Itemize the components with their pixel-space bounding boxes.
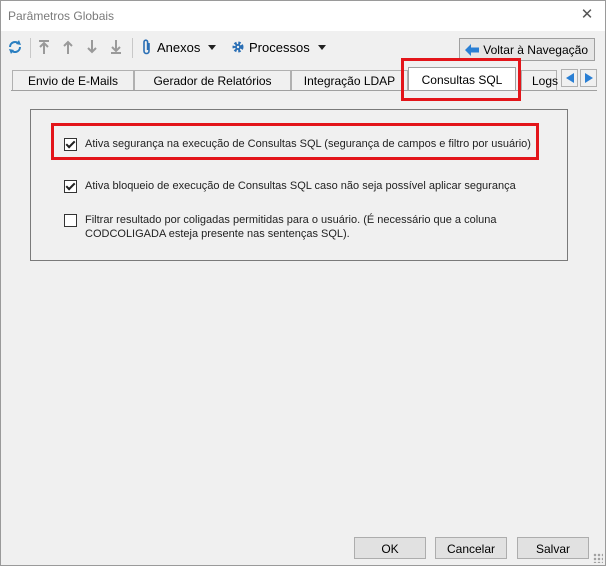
- option-label: Filtrar resultado por coligadas permitid…: [85, 213, 497, 241]
- checkbox-sql-block[interactable]: [64, 180, 77, 193]
- option-filter-coligadas[interactable]: Filtrar resultado por coligadas permitid…: [64, 213, 497, 241]
- move-up-button[interactable]: [61, 37, 75, 57]
- tab-label: Envio de E-Mails: [27, 74, 119, 88]
- processos-label: Processos: [249, 39, 310, 55]
- refresh-icon: [9, 40, 21, 54]
- anexos-label: Anexos: [157, 39, 201, 55]
- close-icon[interactable]: ✕: [579, 7, 595, 23]
- tab-label: Logs: [532, 74, 559, 88]
- option-label: Ativa bloqueio de execução de Consultas …: [85, 180, 516, 192]
- chevron-down-icon: [208, 44, 217, 50]
- move-last-button[interactable]: [109, 37, 123, 57]
- checkbox-filter-coligadas[interactable]: [64, 214, 77, 227]
- tab-integracao-ldap[interactable]: Integração LDAP: [291, 70, 408, 90]
- toolbar-separator: [30, 38, 31, 58]
- cancel-button[interactable]: Cancelar: [435, 537, 507, 559]
- tab-label: Gerador de Relatórios: [153, 74, 272, 88]
- paperclip-icon: [143, 39, 150, 55]
- option-label-line1: Filtrar resultado por coligadas permitid…: [85, 214, 497, 226]
- refresh-button[interactable]: [7, 37, 23, 57]
- save-button[interactable]: Salvar: [517, 537, 589, 559]
- resize-grip[interactable]: [593, 553, 603, 563]
- tab-label: Integração LDAP: [303, 74, 396, 88]
- move-down-button[interactable]: [85, 37, 99, 57]
- tab-logs[interactable]: Logs: [521, 70, 559, 90]
- move-bottom-icon: [111, 40, 121, 54]
- gear-icon: [232, 41, 244, 53]
- highlight-box-option: [51, 123, 539, 160]
- tab-gerador-relatorios[interactable]: Gerador de Relatórios: [134, 70, 291, 90]
- highlight-box-tab: [401, 58, 521, 101]
- arrow-down-icon: [87, 40, 97, 54]
- processos-button[interactable]: Processos: [231, 37, 326, 57]
- toolbar-separator: [132, 38, 133, 58]
- tab-scroll-buttons: [561, 69, 597, 87]
- back-label: Voltar à Navegação: [483, 42, 588, 57]
- option-label-line2: CODCOLIGADA esteja presente nas sentença…: [85, 228, 350, 240]
- move-top-icon: [39, 40, 49, 54]
- tab-scroll-left-button[interactable]: [561, 69, 578, 87]
- dialog-window: Parâmetros Globais ✕ Anexos Processos Vo…: [0, 0, 606, 566]
- window-title: Parâmetros Globais: [8, 9, 115, 23]
- title-bar: Parâmetros Globais ✕: [1, 1, 605, 31]
- tab-envio-emails[interactable]: Envio de E-Mails: [12, 70, 134, 90]
- ok-button[interactable]: OK: [354, 537, 426, 559]
- arrow-left-icon: [465, 43, 480, 56]
- tab-scroll-right-button[interactable]: [580, 69, 597, 87]
- arrow-right-icon: [584, 73, 593, 83]
- arrow-up-icon: [63, 40, 73, 54]
- arrow-left-icon: [565, 73, 574, 83]
- anexos-button[interactable]: Anexos: [141, 37, 217, 57]
- chevron-down-icon: [317, 44, 326, 50]
- move-first-button[interactable]: [37, 37, 51, 57]
- option-sql-block[interactable]: Ativa bloqueio de execução de Consultas …: [64, 179, 516, 193]
